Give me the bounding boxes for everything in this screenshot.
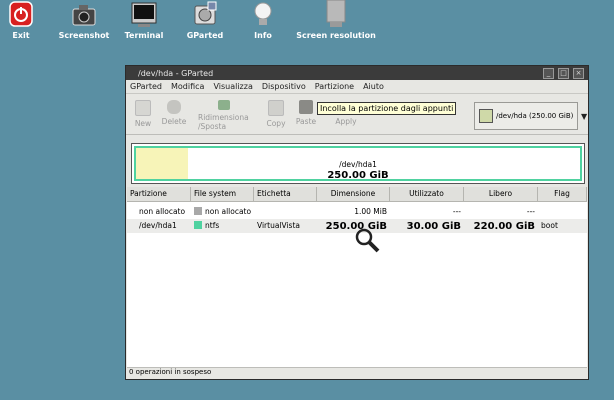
new-button[interactable]: New bbox=[132, 100, 154, 128]
power-icon bbox=[7, 0, 35, 30]
lightbulb-icon bbox=[249, 0, 277, 30]
disk-map: /dev/hda1 250.00 GiB bbox=[131, 143, 585, 184]
table-header: Partizione File system Etichetta Dimensi… bbox=[127, 187, 587, 202]
camera-icon bbox=[70, 0, 98, 30]
paste-icon bbox=[299, 100, 313, 114]
fs-color-swatch bbox=[194, 221, 202, 229]
menu-aiuto[interactable]: Aiuto bbox=[363, 82, 384, 91]
launcher-label: Info bbox=[254, 31, 272, 40]
resize-arrow-icon bbox=[218, 100, 230, 110]
launcher-info[interactable]: Info bbox=[248, 0, 278, 40]
paste-button[interactable]: Paste bbox=[294, 100, 318, 126]
minimize-button[interactable]: _ bbox=[543, 67, 554, 79]
device-size: (250.00 GiB) bbox=[529, 112, 574, 120]
partition-name: /dev/hda1 bbox=[339, 160, 377, 169]
gparted-window: /dev/hda - GParted _ □ × GParted Modific… bbox=[125, 65, 589, 380]
partition-table: Partizione File system Etichetta Dimensi… bbox=[127, 187, 587, 367]
menu-visualizza[interactable]: Visualizza bbox=[213, 82, 252, 91]
column-header[interactable]: Dimensione bbox=[317, 187, 390, 201]
terminal-icon bbox=[130, 0, 158, 30]
status-bar: 0 operazioni in sospeso bbox=[127, 367, 587, 378]
partition-block[interactable]: /dev/hda1 250.00 GiB bbox=[134, 146, 582, 181]
fs-color-swatch bbox=[194, 207, 202, 215]
paste-tooltip: Incolla la partizione dagli appunti bbox=[317, 102, 457, 115]
device-selector[interactable]: /dev/hda (250.00 GiB) bbox=[474, 102, 578, 130]
table-row[interactable]: non allocato non allocato 1.00 MiB --- -… bbox=[127, 205, 587, 219]
launcher-label: Screenshot bbox=[58, 31, 110, 40]
menu-partizione[interactable]: Partizione bbox=[315, 82, 354, 91]
window-titlebar[interactable]: /dev/hda - GParted _ □ × bbox=[126, 66, 588, 80]
column-header[interactable]: Flag bbox=[538, 187, 587, 201]
resize-move-button[interactable]: Ridimensiona /Sposta bbox=[198, 100, 250, 131]
column-header[interactable]: Etichetta bbox=[254, 187, 317, 201]
window-title: /dev/hda - GParted bbox=[138, 68, 214, 78]
launcher-screen-resolution[interactable]: Screen resolution bbox=[296, 0, 376, 40]
gparted-icon bbox=[191, 0, 219, 30]
column-header[interactable]: Utilizzato bbox=[390, 187, 464, 201]
launcher-exit[interactable]: Exit bbox=[4, 0, 38, 40]
desktop-launcher: Exit Screenshot Terminal GParted Info Sc… bbox=[0, 0, 614, 48]
menu-bar: GParted Modifica Visualizza Dispositivo … bbox=[126, 80, 588, 94]
trash-icon bbox=[167, 100, 181, 114]
device-name: /dev/hda bbox=[496, 112, 527, 120]
new-icon bbox=[135, 100, 151, 116]
menu-gparted[interactable]: GParted bbox=[130, 82, 162, 91]
column-header[interactable]: Partizione bbox=[127, 187, 191, 201]
menu-dispositivo[interactable]: Dispositivo bbox=[262, 82, 306, 91]
copy-icon bbox=[268, 100, 284, 116]
column-header[interactable]: Libero bbox=[464, 187, 538, 201]
launcher-terminal[interactable]: Terminal bbox=[122, 0, 166, 40]
launcher-label: GParted bbox=[186, 31, 224, 40]
launcher-gparted[interactable]: GParted bbox=[184, 0, 226, 40]
delete-button[interactable]: Delete bbox=[160, 100, 188, 126]
copy-button[interactable]: Copy bbox=[264, 100, 288, 128]
launcher-screenshot[interactable]: Screenshot bbox=[58, 0, 110, 40]
launcher-label: Exit bbox=[12, 31, 30, 40]
menu-modifica[interactable]: Modifica bbox=[171, 82, 204, 91]
magnifier-cursor-icon bbox=[350, 227, 390, 259]
partition-size: 250.00 GiB bbox=[327, 170, 389, 181]
close-button[interactable]: × bbox=[573, 67, 584, 79]
harddisk-icon bbox=[479, 109, 493, 123]
monitor-icon bbox=[322, 0, 350, 30]
launcher-label: Terminal bbox=[124, 31, 164, 40]
column-header[interactable]: File system bbox=[191, 187, 254, 201]
launcher-label: Screen resolution bbox=[296, 31, 376, 40]
maximize-button[interactable]: □ bbox=[558, 67, 569, 79]
chevron-down-icon[interactable]: ▼ bbox=[581, 112, 587, 121]
